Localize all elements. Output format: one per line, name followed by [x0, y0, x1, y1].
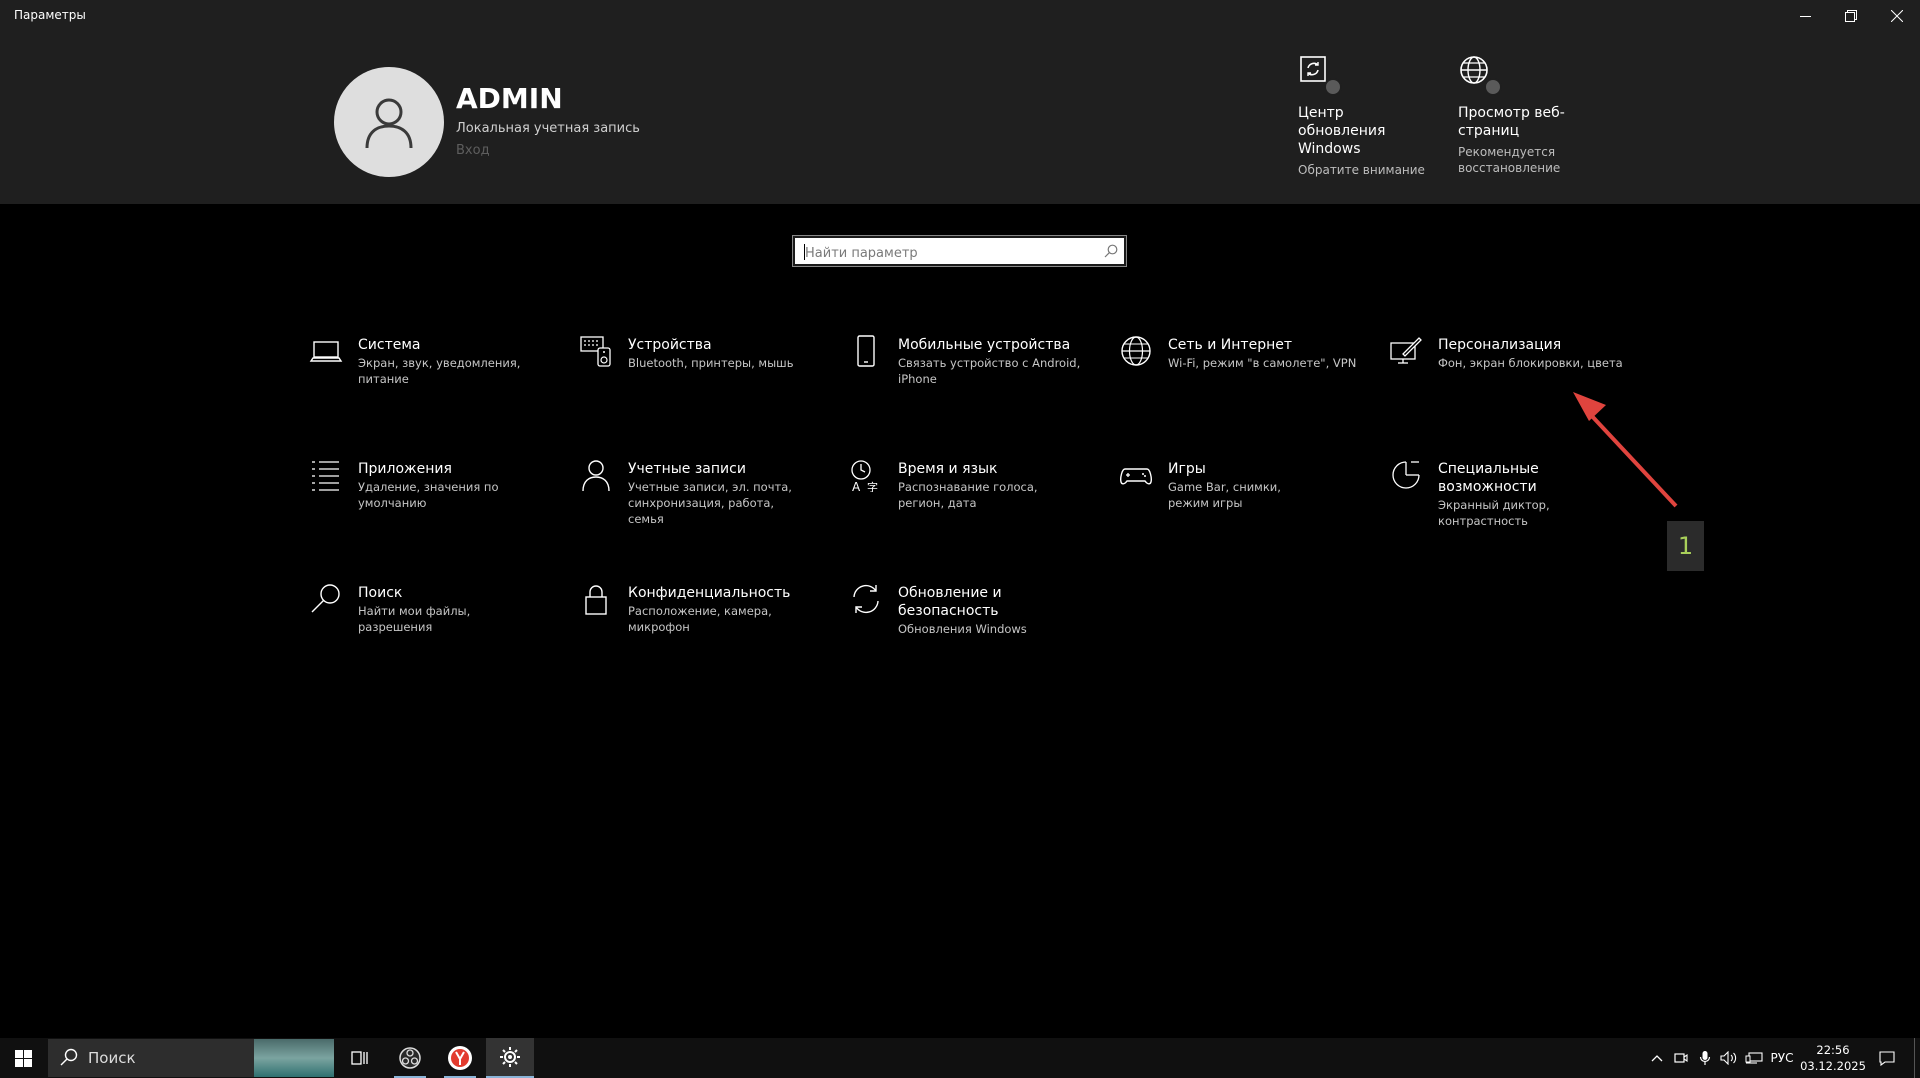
network-icon	[1745, 1052, 1763, 1064]
notification-icon	[1879, 1050, 1895, 1066]
obs-app-button[interactable]	[386, 1038, 434, 1078]
taskbar-search[interactable]: Поиск	[48, 1039, 334, 1077]
camera-tray-button[interactable]	[1670, 1038, 1692, 1078]
settings-app-button[interactable]	[486, 1038, 534, 1078]
annotation-badge: 1	[1667, 521, 1704, 571]
clock-time: 22:56	[1816, 1043, 1850, 1057]
speaker-icon	[1720, 1051, 1737, 1065]
clock[interactable]: 22:56 03.12.2025	[1796, 1042, 1870, 1074]
yandex-browser-icon	[448, 1046, 472, 1070]
start-button[interactable]	[0, 1038, 46, 1078]
action-center-button[interactable]	[1872, 1038, 1902, 1078]
gear-icon	[500, 1047, 520, 1067]
microphone-tray-button[interactable]	[1694, 1038, 1716, 1078]
clock-date: 03.12.2025	[1800, 1059, 1866, 1073]
volume-tray-button[interactable]	[1717, 1038, 1741, 1078]
search-icon	[60, 1048, 78, 1066]
annotation-arrow	[1573, 392, 1678, 508]
windows-logo-icon	[14, 1049, 32, 1067]
show-desktop-divider[interactable]	[1914, 1038, 1915, 1078]
input-language-button[interactable]: РУС	[1768, 1038, 1796, 1078]
taskbar: Поиск РУС 22:56 03.12.2025	[0, 1038, 1920, 1078]
show-hidden-icons-button[interactable]	[1646, 1038, 1668, 1078]
network-tray-button[interactable]	[1742, 1038, 1766, 1078]
obs-icon	[399, 1047, 421, 1069]
camera-icon	[1674, 1053, 1688, 1063]
yandex-browser-button[interactable]	[436, 1038, 484, 1078]
chevron-up-icon	[1651, 1055, 1663, 1062]
search-highlight-image	[254, 1039, 334, 1077]
task-view-button[interactable]	[336, 1038, 384, 1078]
microphone-icon	[1699, 1051, 1711, 1065]
task-view-icon	[351, 1051, 368, 1065]
taskbar-search-label: Поиск	[88, 1049, 136, 1067]
